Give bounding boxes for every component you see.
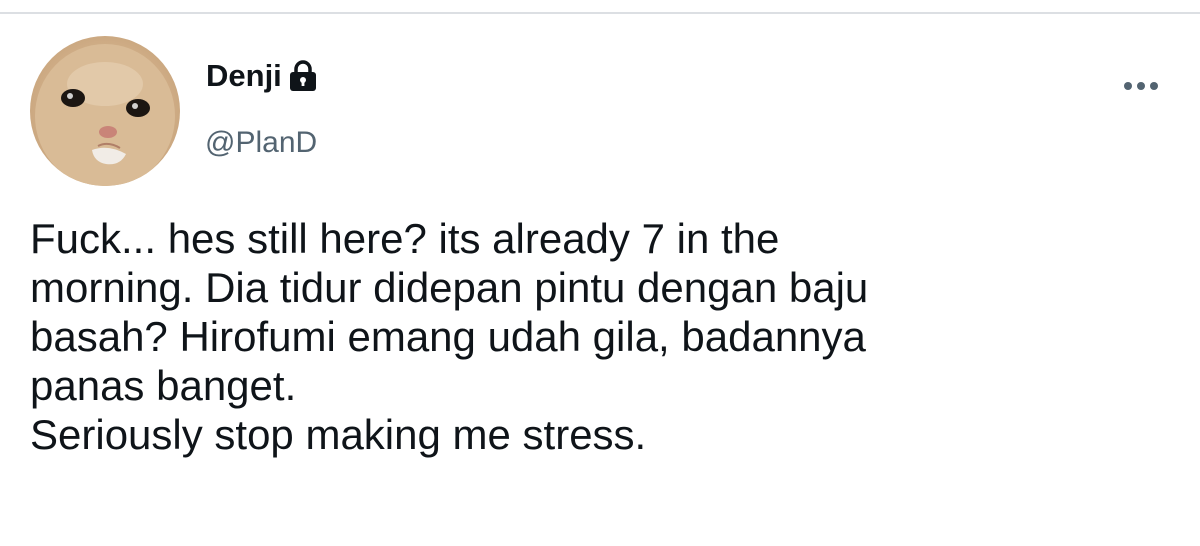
display-name[interactable]: Denji [206,58,282,94]
avatar[interactable] [30,36,180,186]
user-name[interactable]: Denji [206,58,318,94]
more-dots-icon [1124,82,1158,90]
user-handle[interactable]: @PlanD [205,126,317,160]
tweet-text: Fuck... hes still here? its already 7 in… [30,215,869,458]
more-options-button[interactable] [1118,74,1164,98]
lock-icon [288,60,318,92]
kitten-avatar-icon [35,44,175,186]
tweet-card[interactable]: Denji @PlanD Fuck... hes still here? its… [0,14,1200,546]
